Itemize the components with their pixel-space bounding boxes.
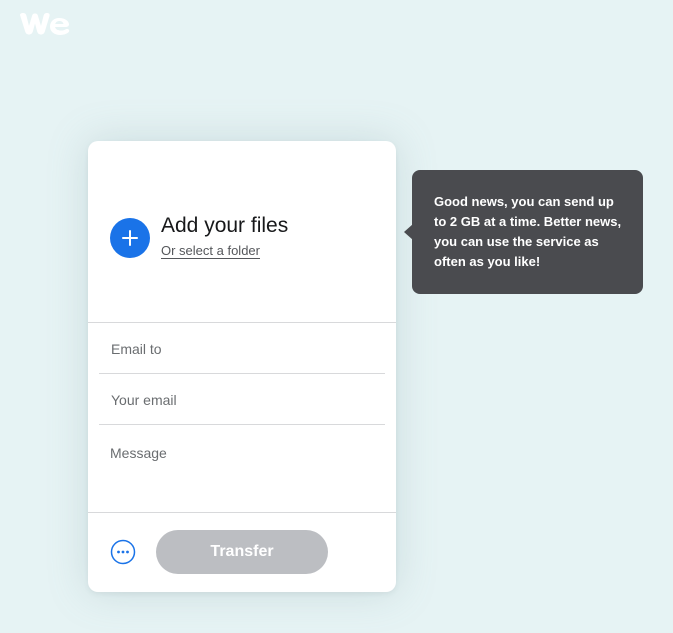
add-files-button[interactable] — [110, 218, 150, 258]
divider — [88, 512, 396, 513]
message-input[interactable] — [99, 428, 385, 508]
transfer-button[interactable]: Transfer — [156, 530, 328, 574]
divider — [88, 322, 396, 323]
email-to-input[interactable] — [99, 324, 385, 373]
your-email-field[interactable] — [99, 375, 385, 425]
your-email-input[interactable] — [99, 375, 385, 424]
select-folder-link[interactable]: Or select a folder — [161, 243, 260, 258]
upload-area[interactable]: Add your files Or select a folder — [88, 141, 396, 322]
wetransfer-logo-icon[interactable] — [18, 12, 72, 36]
plus-icon — [122, 230, 138, 246]
transfer-panel: Add your files Or select a folder Transf… — [88, 141, 396, 592]
tooltip-text: Good news, you can send up to 2 GB at a … — [434, 194, 622, 269]
message-field[interactable] — [99, 428, 385, 508]
more-options-icon — [110, 539, 136, 565]
add-files-title[interactable]: Add your files — [161, 214, 288, 238]
more-options-button[interactable] — [110, 539, 136, 565]
email-to-field[interactable] — [99, 324, 385, 374]
info-tooltip: Good news, you can send up to 2 GB at a … — [412, 170, 643, 294]
